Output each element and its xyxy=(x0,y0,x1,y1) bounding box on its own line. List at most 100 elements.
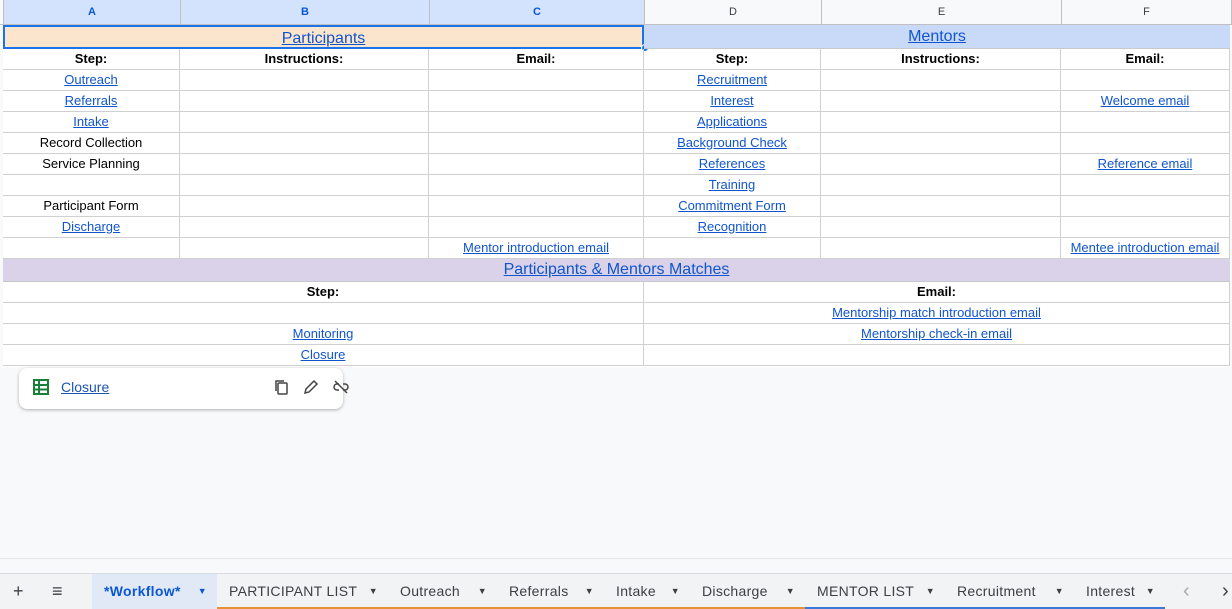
mentor-email-cell[interactable] xyxy=(1061,112,1230,133)
participant-email-cell[interactable] xyxy=(429,112,644,133)
sheet-tab-outreach[interactable]: Outreach ▼ xyxy=(388,574,497,609)
sheet-tab-workflow[interactable]: *Workflow* ▼ xyxy=(92,574,217,609)
participant-instructions-cell[interactable] xyxy=(180,91,429,112)
participant-email-cell-text[interactable]: Mentor introduction email xyxy=(463,240,609,255)
sheet-tab-participant-list[interactable]: PARTICIPANT LIST ▼ xyxy=(217,574,388,609)
match-step-cell[interactable] xyxy=(3,303,644,324)
participant-step-cell[interactable]: Service Planning xyxy=(3,154,180,175)
mentor-instructions-cell[interactable] xyxy=(821,91,1061,112)
participant-email-cell[interactable] xyxy=(429,196,644,217)
mentor-step-cell-text[interactable]: Recognition xyxy=(698,219,767,234)
match-email-cell[interactable]: Mentorship check-in email xyxy=(644,324,1230,345)
participant-instructions-cell[interactable] xyxy=(180,217,429,238)
mentor-instructions-cell[interactable] xyxy=(821,154,1061,175)
match-step-cell-text[interactable]: Closure xyxy=(301,347,346,362)
chevron-down-icon[interactable]: ▼ xyxy=(478,574,487,608)
match-step-cell[interactable]: Monitoring xyxy=(3,324,644,345)
participant-instructions-cell[interactable] xyxy=(180,196,429,217)
participant-step-cell-text[interactable]: Discharge xyxy=(62,219,121,234)
participant-email-cell[interactable] xyxy=(429,154,644,175)
column-header-b[interactable]: B xyxy=(181,0,430,25)
chevron-down-icon[interactable]: ▼ xyxy=(1146,574,1155,608)
sheet-tab-interest[interactable]: Interest ▼ xyxy=(1074,574,1165,609)
sheet-tab-recruitment[interactable]: Recruitment ▼ xyxy=(945,574,1074,609)
mentor-email-cell-text[interactable]: Reference email xyxy=(1098,156,1193,171)
column-header-d[interactable]: D xyxy=(645,0,822,25)
participant-email-cell[interactable] xyxy=(429,217,644,238)
match-email-cell-text[interactable]: Mentorship match introduction email xyxy=(832,305,1041,320)
mentor-step-cell-text[interactable]: Background Check xyxy=(677,135,787,150)
participant-email-cell[interactable] xyxy=(429,175,644,196)
match-email-cell[interactable]: Mentorship match introduction email xyxy=(644,303,1230,324)
sheet-tab-discharge[interactable]: Discharge ▼ xyxy=(690,574,805,609)
participant-step-cell-text[interactable]: Outreach xyxy=(64,72,117,87)
mentor-email-cell[interactable] xyxy=(1061,196,1230,217)
participant-step-cell[interactable]: Record Collection xyxy=(3,133,180,154)
mentor-step-cell[interactable]: Training xyxy=(644,175,821,196)
mentor-instructions-cell[interactable] xyxy=(821,238,1061,259)
participant-instructions-cell[interactable] xyxy=(180,133,429,154)
mentor-email-cell-text[interactable]: Mentee introduction email xyxy=(1071,240,1220,255)
participants-band[interactable]: Participants xyxy=(3,25,644,49)
sheet-tab-referrals[interactable]: Referrals ▼ xyxy=(497,574,604,609)
column-header-a[interactable]: A xyxy=(4,0,181,25)
mentor-email-cell-text[interactable]: Welcome email xyxy=(1101,93,1190,108)
unlink-icon[interactable] xyxy=(332,379,350,397)
column-header-e[interactable]: E xyxy=(822,0,1062,25)
chevron-down-icon[interactable]: ▼ xyxy=(585,574,594,608)
match-step-cell[interactable]: Closure xyxy=(3,345,644,366)
mentor-step-cell[interactable]: Recognition xyxy=(644,217,821,238)
mentor-step-cell-text[interactable]: Applications xyxy=(697,114,767,129)
mentors-band[interactable]: Mentors xyxy=(644,25,1230,49)
add-sheet-button[interactable]: + xyxy=(13,574,24,609)
sheet-grid[interactable]: Participants Mentors Participants & Ment… xyxy=(3,25,1230,367)
match-email-cell-text[interactable]: Mentorship check-in email xyxy=(861,326,1012,341)
mentor-step-cell[interactable]: Applications xyxy=(644,112,821,133)
chevron-down-icon[interactable]: ▼ xyxy=(369,574,378,608)
mentor-step-cell-text[interactable]: References xyxy=(699,156,765,171)
participant-step-cell[interactable] xyxy=(3,175,180,196)
mentor-email-cell[interactable] xyxy=(1061,70,1230,91)
chevron-down-icon[interactable]: ▼ xyxy=(198,574,207,608)
participant-step-cell[interactable]: Referrals xyxy=(3,91,180,112)
mentor-step-cell[interactable]: Interest xyxy=(644,91,821,112)
mentor-step-cell-text[interactable]: Recruitment xyxy=(697,72,767,87)
mentors-title[interactable]: Mentors xyxy=(908,28,966,45)
participant-instructions-cell[interactable] xyxy=(180,70,429,91)
match-email-cell[interactable] xyxy=(644,345,1230,366)
chevron-down-icon[interactable]: ▼ xyxy=(786,574,795,608)
mentor-step-cell-text[interactable]: Commitment Form xyxy=(678,198,786,213)
participant-step-cell[interactable]: Intake xyxy=(3,112,180,133)
mentor-instructions-cell[interactable] xyxy=(821,175,1061,196)
match-step-cell-text[interactable]: Monitoring xyxy=(293,326,354,341)
mentor-step-cell-text[interactable]: Interest xyxy=(710,93,753,108)
participant-email-cell[interactable] xyxy=(429,91,644,112)
participants-title[interactable]: Participants xyxy=(282,30,366,47)
participant-instructions-cell[interactable] xyxy=(180,154,429,175)
participant-instructions-cell[interactable] xyxy=(180,238,429,259)
mentor-step-cell[interactable]: Commitment Form xyxy=(644,196,821,217)
link-chip-title[interactable]: Closure xyxy=(61,379,109,395)
participant-step-cell[interactable] xyxy=(3,238,180,259)
all-sheets-button[interactable]: ≡ xyxy=(52,574,63,609)
participant-email-cell[interactable] xyxy=(429,70,644,91)
participant-step-cell[interactable]: Outreach xyxy=(3,70,180,91)
mentor-step-cell[interactable]: References xyxy=(644,154,821,175)
participant-email-cell[interactable] xyxy=(429,133,644,154)
participant-step-cell[interactable]: Discharge xyxy=(3,217,180,238)
mentor-step-cell[interactable]: Background Check xyxy=(644,133,821,154)
mentor-instructions-cell[interactable] xyxy=(821,196,1061,217)
column-header-f[interactable]: F xyxy=(1062,0,1232,25)
mentor-email-cell[interactable] xyxy=(1061,217,1230,238)
link-preview-chip[interactable]: Closure xyxy=(19,368,349,409)
chevron-down-icon[interactable]: ▼ xyxy=(1055,574,1064,608)
mentor-instructions-cell[interactable] xyxy=(821,217,1061,238)
mentor-email-cell[interactable]: Mentee introduction email xyxy=(1061,238,1230,259)
participant-step-cell-text[interactable]: Intake xyxy=(73,114,108,129)
mentor-instructions-cell[interactable] xyxy=(821,133,1061,154)
chevron-down-icon[interactable]: ▼ xyxy=(926,574,935,608)
mentor-email-cell[interactable]: Reference email xyxy=(1061,154,1230,175)
participant-step-cell[interactable]: Participant Form xyxy=(3,196,180,217)
copy-icon[interactable] xyxy=(272,379,290,397)
mentor-step-cell[interactable] xyxy=(644,238,821,259)
